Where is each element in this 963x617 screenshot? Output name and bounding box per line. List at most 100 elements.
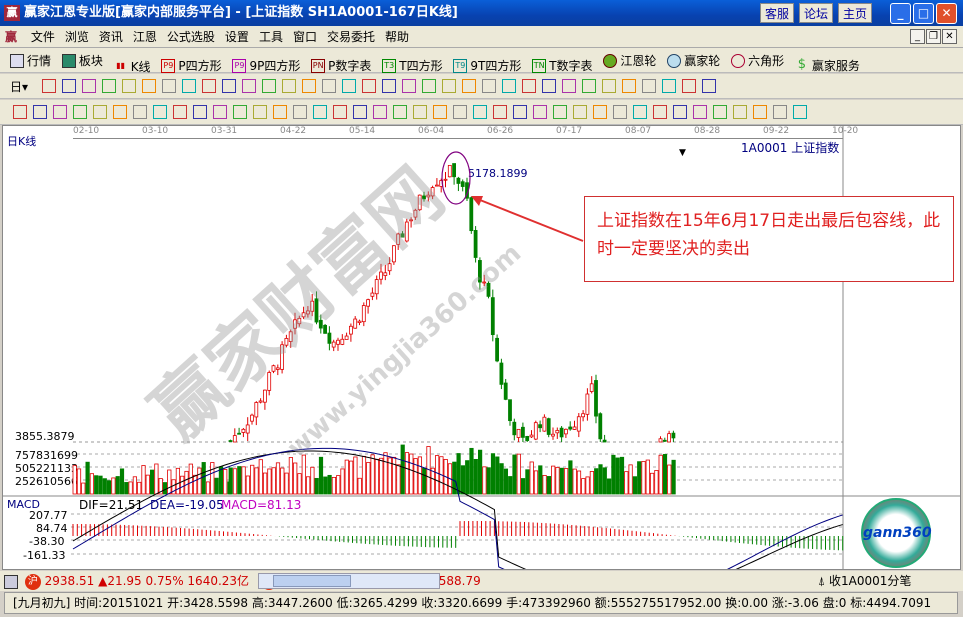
tool-icon[interactable]	[53, 105, 67, 119]
tool-icon[interactable]	[193, 105, 207, 119]
tool-icon[interactable]	[681, 79, 696, 93]
menu-formula[interactable]: 公式选股	[162, 26, 220, 48]
menu-tools[interactable]: 工具	[254, 26, 288, 48]
tool-icon[interactable]	[633, 105, 647, 119]
tool-icon[interactable]	[573, 105, 587, 119]
tool-icon[interactable]	[93, 105, 107, 119]
menu-info[interactable]: 资讯	[94, 26, 128, 48]
tool-icon[interactable]	[41, 79, 56, 93]
horizontal-scrollbar[interactable]	[258, 573, 440, 589]
tool-icon[interactable]	[33, 105, 47, 119]
tool-icon[interactable]	[661, 79, 676, 93]
tool-icon[interactable]	[713, 105, 727, 119]
tool-icon[interactable]	[401, 79, 416, 93]
tool-icon[interactable]	[73, 105, 87, 119]
tool-icon[interactable]	[373, 105, 387, 119]
tool-icon[interactable]	[613, 105, 627, 119]
tool-icon[interactable]	[161, 79, 176, 93]
tool-icon[interactable]	[693, 105, 707, 119]
tool-icon[interactable]	[541, 79, 556, 93]
tool-icon[interactable]	[381, 79, 396, 93]
mdi-close-button[interactable]: ✕	[942, 29, 957, 44]
menu-gann[interactable]: 江恩	[128, 26, 162, 48]
forum-button[interactable]: 论坛	[799, 3, 833, 23]
tool-icon[interactable]	[61, 79, 76, 93]
tool-icon[interactable]	[333, 105, 347, 119]
tool-icon[interactable]	[121, 79, 136, 93]
toolbar-winner-wheel[interactable]: 赢家轮	[667, 48, 720, 73]
tool-icon[interactable]	[13, 105, 27, 119]
tool-icon[interactable]	[353, 105, 367, 119]
tool-icon[interactable]	[101, 79, 116, 93]
menu-settings[interactable]: 设置	[220, 26, 254, 48]
tool-icon[interactable]	[581, 79, 596, 93]
tool-icon[interactable]	[513, 105, 527, 119]
menu-file[interactable]: 文件	[26, 26, 60, 48]
tool-icon[interactable]	[441, 79, 456, 93]
tool-icon[interactable]	[553, 105, 567, 119]
tool-icon[interactable]	[141, 79, 156, 93]
toolbar-hexagon[interactable]: 六角形	[731, 48, 784, 73]
home-button[interactable]: 主页	[838, 3, 872, 23]
tool-icon[interactable]	[753, 105, 767, 119]
tool-icon[interactable]	[473, 105, 487, 119]
menu-trade[interactable]: 交易委托	[322, 26, 380, 48]
tool-icon[interactable]	[621, 79, 636, 93]
tool-icon[interactable]	[533, 105, 547, 119]
tool-icon[interactable]	[293, 105, 307, 119]
maximize-button[interactable]: □	[913, 3, 934, 24]
tool-icon[interactable]	[701, 79, 716, 93]
tool-icon[interactable]	[173, 105, 187, 119]
tool-icon[interactable]	[601, 79, 616, 93]
chart-area[interactable]: 日K线 02-10 03-10 03-31 04-22 05-14 06-04 06-26 0…	[2, 125, 961, 570]
tool-icon[interactable]	[261, 79, 276, 93]
tool-icon[interactable]	[253, 105, 267, 119]
tool-icon[interactable]	[181, 79, 196, 93]
tool-icon[interactable]	[733, 105, 747, 119]
mdi-restore-button[interactable]: ❐	[926, 29, 941, 44]
tool-icon[interactable]	[653, 105, 667, 119]
scrollbar-thumb[interactable]	[273, 575, 351, 587]
tool-icon[interactable]	[241, 79, 256, 93]
tool-icon[interactable]	[501, 79, 516, 93]
tool-icon[interactable]	[81, 79, 96, 93]
tool-icon[interactable]	[313, 105, 327, 119]
tool-icon[interactable]	[433, 105, 447, 119]
tool-icon[interactable]	[201, 79, 216, 93]
tool-icon[interactable]	[521, 79, 536, 93]
period-select[interactable]: 日 ▾	[10, 74, 28, 99]
tool-icon[interactable]	[561, 79, 576, 93]
tool-icon[interactable]	[281, 79, 296, 93]
menu-help[interactable]: 帮助	[380, 26, 414, 48]
tool-icon[interactable]	[233, 105, 247, 119]
tool-icon[interactable]	[273, 105, 287, 119]
tool-icon[interactable]	[341, 79, 356, 93]
toolbar-sectors[interactable]: 板块	[61, 48, 103, 73]
tool-icon[interactable]	[113, 105, 127, 119]
menu-browse[interactable]: 浏览	[60, 26, 94, 48]
tool-icon[interactable]	[221, 79, 236, 93]
toolbar-quotes[interactable]: 行情	[10, 48, 51, 73]
tool-icon[interactable]	[461, 79, 476, 93]
tool-icon[interactable]	[133, 105, 147, 119]
tick-data-label[interactable]: ⍋ 收1A0001分笔	[818, 571, 911, 591]
tool-icon[interactable]	[453, 105, 467, 119]
tool-icon[interactable]	[773, 105, 787, 119]
tool-icon[interactable]	[213, 105, 227, 119]
toolbar-gann-wheel[interactable]: 江恩轮	[603, 48, 656, 73]
tool-icon[interactable]	[361, 79, 376, 93]
menu-window[interactable]: 窗口	[288, 26, 322, 48]
minimize-button[interactable]: _	[890, 3, 911, 24]
tool-icon[interactable]	[641, 79, 656, 93]
tool-icon[interactable]	[413, 105, 427, 119]
tool-icon[interactable]	[421, 79, 436, 93]
tool-icon[interactable]	[301, 79, 316, 93]
customer-service-button[interactable]: 客服	[760, 3, 794, 23]
tool-icon[interactable]	[673, 105, 687, 119]
tool-icon[interactable]	[321, 79, 336, 93]
tool-icon[interactable]	[593, 105, 607, 119]
tool-icon[interactable]	[393, 105, 407, 119]
mdi-minimize-button[interactable]: _	[910, 29, 925, 44]
tool-icon[interactable]	[493, 105, 507, 119]
tool-icon[interactable]	[481, 79, 496, 93]
